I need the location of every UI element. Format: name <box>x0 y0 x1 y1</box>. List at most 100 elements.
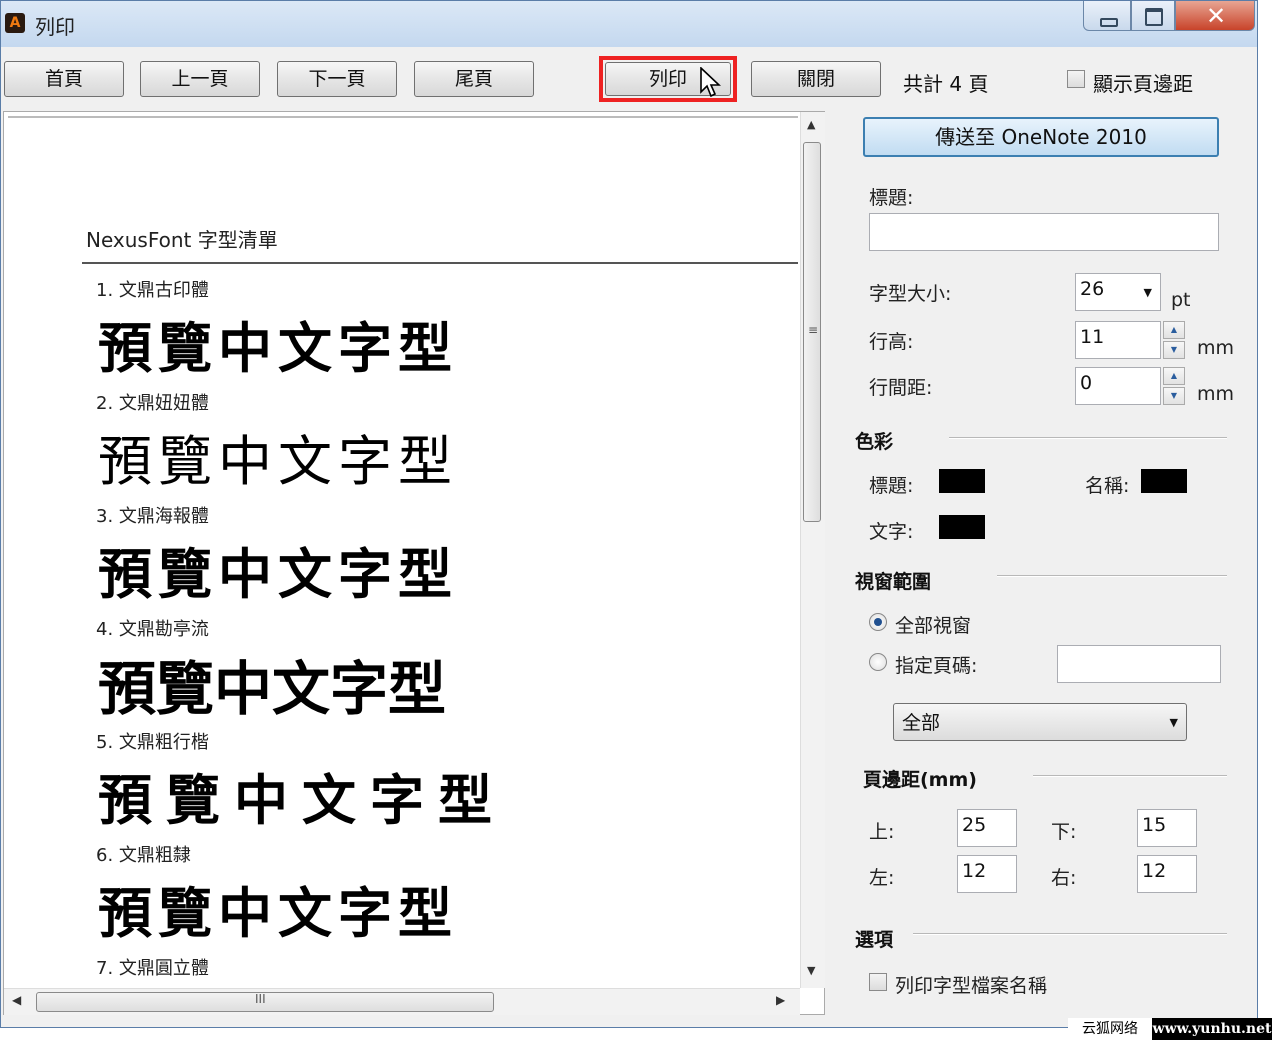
line-height-unit: mm <box>1197 337 1235 359</box>
chevron-down-icon: ▼ <box>1143 286 1152 299</box>
section-divider <box>1033 775 1227 777</box>
close-window-button[interactable]: ✕ <box>1175 1 1255 31</box>
page-number-input[interactable] <box>1057 645 1221 683</box>
title-label: 標題: <box>869 187 914 209</box>
maximize-icon <box>1145 8 1163 26</box>
maximize-button[interactable] <box>1131 1 1175 31</box>
font-list-item-name: 3. 文鼎海報體 <box>96 506 209 527</box>
range-select[interactable]: 全部 ▼ <box>893 703 1187 741</box>
options-section-title: 選項 <box>855 929 894 951</box>
name-color-swatch[interactable] <box>1141 469 1187 493</box>
watermark: 云狐网络 www.yunhu.net <box>1068 1018 1272 1040</box>
page-top-border <box>8 116 798 118</box>
scroll-down-arrow-icon[interactable]: ▼ <box>807 964 815 977</box>
margin-left-input[interactable]: 12 <box>957 855 1017 893</box>
print-dialog-window: A 列印 ✕ 首頁 上一頁 下一頁 尾頁 列印 關閉 共計 4 頁 顯示頁邊距 … <box>0 0 1258 1028</box>
close-button[interactable]: 關閉 <box>751 61 881 97</box>
line-spacing-input[interactable]: 0 <box>1075 367 1161 405</box>
line-height-label: 行高: <box>869 331 914 353</box>
grip-icon: III <box>255 992 266 1006</box>
prev-page-button[interactable]: 上一頁 <box>140 61 260 97</box>
scroll-right-arrow-icon[interactable]: ▶ <box>776 993 785 1007</box>
horizontal-scrollbar[interactable]: ◀ III ▶ <box>4 988 800 1015</box>
margin-top-label: 上: <box>869 821 895 843</box>
margin-right-input[interactable]: 12 <box>1137 855 1197 893</box>
margin-top-input[interactable]: 25 <box>957 809 1017 847</box>
font-list-item-sample: 預覽中文字型 <box>98 768 506 832</box>
show-margin-label: 顯示頁邊距 <box>1093 72 1193 96</box>
watermark-url: www.yunhu.net <box>1152 1018 1272 1040</box>
preview-title-rule <box>82 262 798 264</box>
app-icon: A <box>5 13 25 33</box>
range-all-radio[interactable] <box>869 613 887 631</box>
section-divider <box>913 933 1227 935</box>
mouse-cursor-icon <box>700 67 721 98</box>
margin-right-label: 右: <box>1051 867 1077 889</box>
chevron-down-icon: ▼ <box>1169 716 1178 729</box>
font-list-item-sample: 預覽中文字型 <box>98 316 458 380</box>
font-size-unit: pt <box>1171 289 1191 311</box>
line-height-spinner[interactable]: ▲ ▼ <box>1163 321 1185 359</box>
font-list-item-name: 1. 文鼎古印體 <box>96 280 209 301</box>
print-filename-label: 列印字型檔案名稱 <box>895 975 1048 997</box>
color-text-label: 文字: <box>869 521 914 543</box>
last-page-button[interactable]: 尾頁 <box>414 61 534 97</box>
range-pages-radio[interactable] <box>869 653 887 671</box>
font-list-item-name: 6. 文鼎粗隸 <box>96 845 191 866</box>
margin-bottom-input[interactable]: 15 <box>1137 809 1197 847</box>
font-list-item-name: 4. 文鼎勘亭流 <box>96 619 209 640</box>
color-title-label: 標題: <box>869 475 914 497</box>
range-section-title: 視窗範圍 <box>855 571 932 593</box>
spin-down-icon[interactable]: ▼ <box>1163 341 1185 359</box>
grip-icon: ≡ <box>808 323 819 337</box>
font-list-item-name: 7. 文鼎圓立體 <box>96 958 209 979</box>
spin-up-icon[interactable]: ▲ <box>1163 367 1185 385</box>
title-input[interactable] <box>869 213 1219 251</box>
color-name-label: 名稱: <box>1085 475 1130 497</box>
minimize-button[interactable] <box>1083 1 1131 31</box>
range-pages-label: 指定頁碼: <box>895 655 978 677</box>
show-margin-checkbox[interactable] <box>1067 70 1085 88</box>
line-spacing-label: 行間距: <box>869 377 933 399</box>
vertical-scroll-thumb[interactable]: ≡ <box>803 142 821 522</box>
font-list-item-sample: 預覽中文字型 <box>98 542 458 606</box>
section-divider <box>997 575 1227 577</box>
next-page-button[interactable]: 下一頁 <box>277 61 397 97</box>
close-icon: ✕ <box>1206 2 1227 30</box>
font-size-select[interactable]: 26 ▼ <box>1075 273 1161 311</box>
margin-bottom-label: 下: <box>1051 821 1077 843</box>
vertical-scrollbar[interactable]: ▲ ≡ ▼ <box>800 112 825 988</box>
page-count: 共計 4 頁 <box>903 72 989 96</box>
color-section-title: 色彩 <box>855 431 894 453</box>
font-list-item-name: 2. 文鼎妞妞體 <box>96 393 209 414</box>
send-to-onenote-button[interactable]: 傳送至 OneNote 2010 <box>863 117 1219 157</box>
margin-left-label: 左: <box>869 867 895 889</box>
line-height-input[interactable]: 11 <box>1075 321 1161 359</box>
spin-up-icon[interactable]: ▲ <box>1163 321 1185 339</box>
text-color-swatch[interactable] <box>939 515 985 539</box>
section-divider <box>949 437 1227 439</box>
settings-panel: 傳送至 OneNote 2010 標題: 字型大小: 26 ▼ pt 行高: 1… <box>827 105 1257 1017</box>
first-page-button[interactable]: 首頁 <box>4 61 124 97</box>
margin-section-title: 頁邊距(mm) <box>863 769 977 791</box>
font-size-label: 字型大小: <box>869 283 952 305</box>
range-select-value: 全部 <box>902 712 941 734</box>
range-all-label: 全部視窗 <box>895 615 972 637</box>
window-title: 列印 <box>35 15 75 39</box>
font-list-item-name: 5. 文鼎粗行楷 <box>96 732 209 753</box>
spin-down-icon[interactable]: ▼ <box>1163 387 1185 405</box>
scroll-up-arrow-icon[interactable]: ▲ <box>807 118 815 131</box>
print-preview-pane: NexusFont 字型清單 1. 文鼎古印體 預覽中文字型 2. 文鼎妞妞體 … <box>3 111 825 1015</box>
title-color-swatch[interactable] <box>939 469 985 493</box>
font-list-item-sample: 預覽中文字型 <box>98 430 458 493</box>
minimize-icon <box>1100 18 1118 27</box>
scroll-left-arrow-icon[interactable]: ◀ <box>12 993 21 1007</box>
line-spacing-unit: mm <box>1197 383 1235 405</box>
font-size-value: 26 <box>1080 278 1105 300</box>
preview-doc-title: NexusFont 字型清單 <box>86 228 278 252</box>
title-bar: A 列印 ✕ <box>1 1 1257 47</box>
font-list-item-sample: 預覽中文字型 <box>98 881 458 945</box>
line-spacing-spinner[interactable]: ▲ ▼ <box>1163 367 1185 405</box>
print-filename-checkbox[interactable] <box>869 973 887 991</box>
horizontal-scroll-thumb[interactable]: III <box>36 992 494 1012</box>
